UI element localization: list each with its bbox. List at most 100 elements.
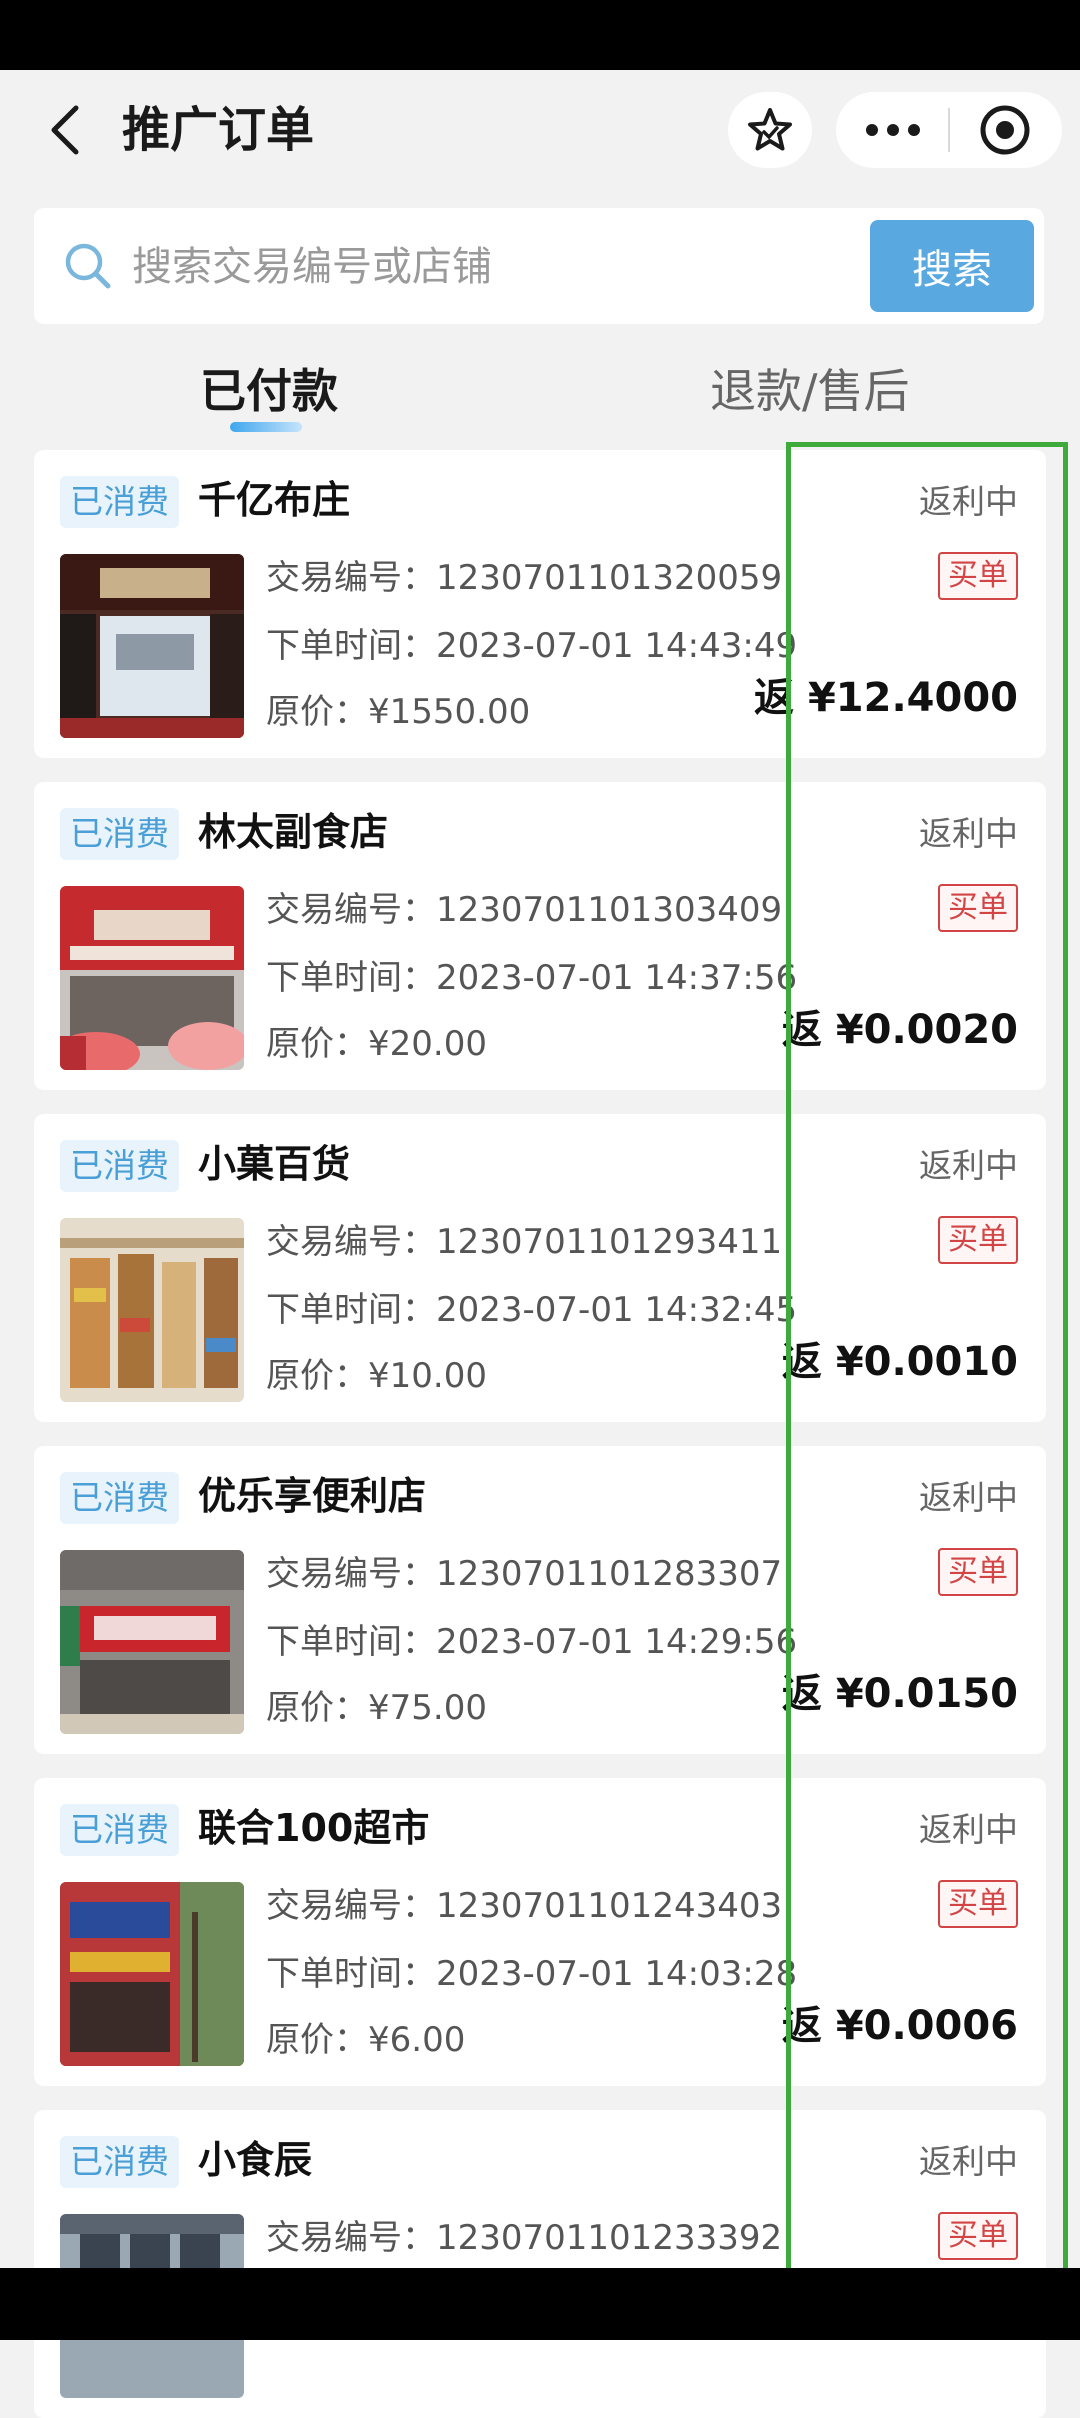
order-time-value: 2023-07-01 14:03:28 (436, 1954, 798, 1994)
trade-number-label: 交易编号： (266, 1222, 436, 1262)
trade-number-value: 1230701101320059 (436, 558, 783, 598)
trade-number-value: 1230701101283307 (436, 1554, 783, 1594)
rebate-status: 返利中 (919, 482, 1018, 521)
trade-number: 交易编号：1230701101233392 (266, 2214, 782, 2262)
status-badge: 已消费 (60, 2136, 179, 2188)
price-label: 原价： (266, 1688, 368, 1728)
status-badge: 已消费 (60, 808, 179, 860)
original-price: 原价：¥6.00 (266, 2016, 465, 2064)
order-time-value: 2023-07-01 14:32:45 (436, 1290, 798, 1330)
target-icon (980, 105, 1030, 155)
trade-number-label: 交易编号： (266, 890, 436, 930)
order-time-label: 下单时间： (266, 1290, 436, 1330)
search-bar: 搜索 (34, 208, 1044, 324)
trade-number: 交易编号：1230701101303409 (266, 886, 782, 934)
rebate-amount: 返 ¥0.0020 (782, 1000, 1018, 1060)
search-input[interactable] (130, 232, 894, 302)
page-title: 推广订单 (122, 102, 315, 158)
store-name: 林太副食店 (198, 810, 389, 854)
rebate-amount: 返 ¥12.4000 (754, 668, 1018, 728)
active-tab-indicator (230, 422, 302, 432)
order-time: 下单时间：2023-07-01 14:03:28 (266, 1950, 797, 1998)
rebate-prefix: 返 (781, 1007, 836, 1053)
price-label: 原价： (266, 2020, 368, 2060)
store-photo (60, 1882, 244, 2066)
rebate-value: ¥0.0006 (835, 2003, 1018, 2049)
more-button[interactable] (838, 92, 948, 168)
store-name: 联合100超市 (198, 1806, 430, 1850)
order-type-tag: 买单 (938, 884, 1018, 932)
store-photo (60, 1550, 244, 1734)
store-photo (60, 1218, 244, 1402)
order-card[interactable]: 已消费 联合100超市 交易编号：1230701101243403 下单时间：2… (34, 1778, 1046, 2086)
order-time-label: 下单时间： (266, 1954, 436, 1994)
search-button[interactable]: 搜索 (870, 220, 1034, 312)
bottom-bar (0, 2268, 1080, 2340)
rebate-value: ¥0.0020 (835, 1007, 1018, 1053)
price-label: 原价： (266, 1356, 368, 1396)
order-type-tag: 买单 (938, 1216, 1018, 1264)
original-price: 原价：¥75.00 (266, 1684, 487, 1732)
rebate-prefix: 返 (754, 675, 808, 721)
status-badge: 已消费 (60, 1804, 179, 1856)
order-time: 下单时间：2023-07-01 14:29:56 (266, 1618, 797, 1666)
order-card[interactable]: 已消费 林太副食店 交易编号：1230701101303409 下单时间：202… (34, 782, 1046, 1090)
back-button[interactable] (36, 100, 96, 160)
chevron-left-icon (51, 105, 79, 155)
order-type-tag: 买单 (938, 1880, 1018, 1928)
status-badge: 已消费 (60, 1140, 179, 1192)
favorite-button[interactable] (728, 92, 812, 168)
rebate-value: ¥0.0010 (835, 1339, 1018, 1385)
order-time-value: 2023-07-01 14:43:49 (436, 626, 798, 666)
order-time-label: 下单时间： (266, 1622, 436, 1662)
price-value: ¥75.00 (368, 1688, 487, 1728)
order-type-tag: 买单 (938, 2212, 1018, 2260)
trade-number-label: 交易编号： (266, 1554, 436, 1594)
price-value: ¥1550.00 (368, 692, 531, 732)
search-icon (65, 243, 111, 289)
star-icon (748, 108, 792, 151)
order-card[interactable]: 已消费 小菓百货 交易编号：1230701101293411 下单时间：2023… (34, 1114, 1046, 1422)
trade-number-value: 1230701101243403 (436, 1886, 783, 1926)
rebate-value: ¥0.0150 (835, 1671, 1018, 1717)
store-photo (60, 886, 244, 1070)
order-time: 下单时间：2023-07-01 14:37:56 (266, 954, 797, 1002)
trade-number: 交易编号：1230701101243403 (266, 1882, 782, 1930)
order-card[interactable]: 已消费 小食辰 交易编号：1230701101233392 返利中 买单 (34, 2110, 1046, 2418)
rebate-status: 返利中 (919, 1810, 1018, 1849)
store-name: 优乐享便利店 (198, 1474, 427, 1518)
trade-number-label: 交易编号： (266, 1886, 436, 1926)
header: 推广订单 (0, 70, 1080, 190)
status-bar (0, 0, 1080, 70)
rebate-prefix: 返 (781, 1339, 836, 1385)
price-value: ¥10.00 (368, 1356, 487, 1396)
trade-number: 交易编号：1230701101283307 (266, 1550, 782, 1598)
rebate-status: 返利中 (919, 2142, 1018, 2181)
order-time-value: 2023-07-01 14:29:56 (436, 1622, 798, 1662)
rebate-amount: 返 ¥0.0150 (782, 1664, 1018, 1724)
price-label: 原价： (266, 1024, 368, 1064)
tab-paid[interactable]: 已付款 (200, 360, 338, 422)
rebate-amount: 返 ¥0.0010 (782, 1332, 1018, 1392)
order-card[interactable]: 已消费 优乐享便利店 交易编号：1230701101283307 下单时间：20… (34, 1446, 1046, 1754)
order-card[interactable]: 已消费 千亿布庄 交易编号：1230701101320059 下单时间：2023… (34, 450, 1046, 758)
tab-bar: 已付款 退款/售后 (0, 340, 1080, 450)
rebate-prefix: 返 (781, 2003, 836, 2049)
order-type-tag: 买单 (938, 552, 1018, 600)
more-dots-icon (866, 124, 920, 136)
tab-refund-aftersale[interactable]: 退款/售后 (710, 360, 910, 422)
original-price: 原价：¥10.00 (266, 1352, 487, 1400)
store-photo (60, 554, 244, 738)
rebate-status: 返利中 (919, 1478, 1018, 1517)
order-type-tag: 买单 (938, 1548, 1018, 1596)
order-time-label: 下单时间： (266, 958, 436, 998)
close-miniprogram-button[interactable] (950, 92, 1060, 168)
status-badge: 已消费 (60, 476, 179, 528)
rebate-amount: 返 ¥0.0006 (782, 1996, 1018, 2056)
original-price: 原价：¥20.00 (266, 1020, 487, 1068)
price-value: ¥6.00 (368, 2020, 466, 2060)
trade-number-label: 交易编号： (266, 2218, 436, 2258)
original-price: 原价：¥1550.00 (266, 688, 530, 736)
store-name: 千亿布庄 (198, 478, 351, 522)
price-value: ¥20.00 (368, 1024, 487, 1064)
